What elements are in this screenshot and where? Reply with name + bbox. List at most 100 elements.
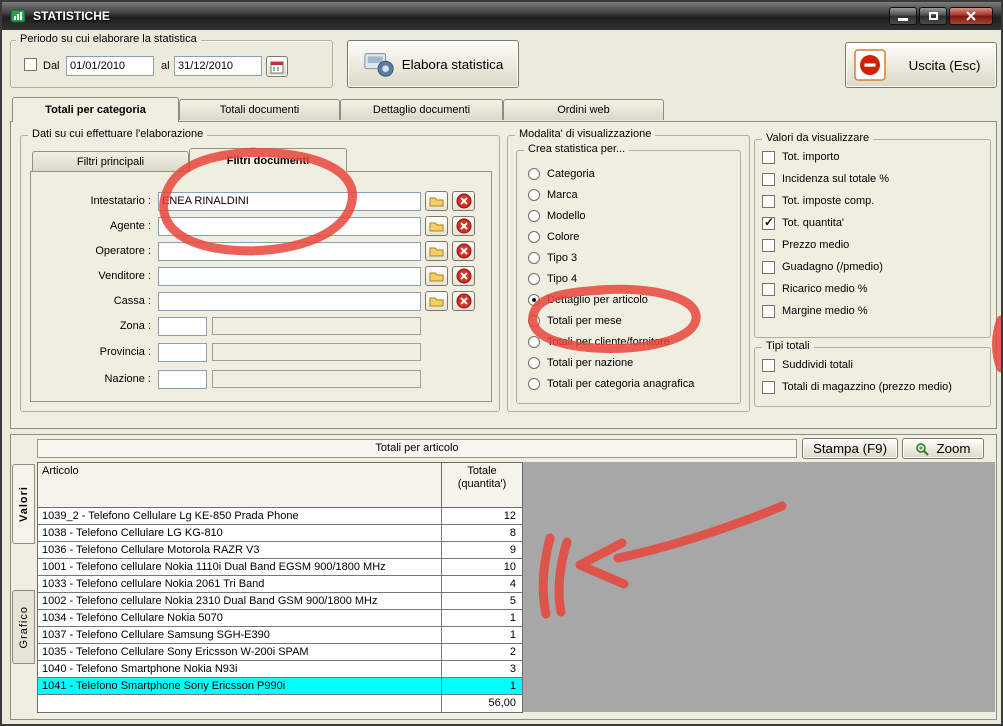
radio-tipo-3[interactable]: Tipo 3	[528, 251, 577, 265]
minimize-button[interactable]	[889, 7, 917, 25]
radio-dettaglio-per-articolo[interactable]: Dettaglio per articolo	[528, 293, 648, 307]
cell-totale[interactable]: 12	[442, 508, 522, 524]
table-row[interactable]: 1039_2 - Telefono Cellulare Lg KE-850 Pr…	[38, 508, 522, 525]
table-row[interactable]: 1037 - Telefono Cellulare Samsung SGH-E3…	[38, 627, 522, 644]
cell-articolo[interactable]: 1002 - Telefono cellulare Nokia 2310 Dua…	[38, 593, 442, 609]
cell-totale[interactable]: 5	[442, 593, 522, 609]
cell-articolo[interactable]: 1038 - Telefono Cellulare LG KG-810	[38, 525, 442, 541]
cassa-clear-button[interactable]	[452, 291, 475, 311]
side-tab-grafico[interactable]: Grafico	[12, 590, 35, 664]
zoom-button[interactable]: Zoom	[902, 438, 984, 459]
date-from-input[interactable]	[66, 56, 154, 76]
intestatario-folder-button[interactable]	[425, 191, 448, 211]
agente-input[interactable]	[158, 216, 421, 236]
cell-totale[interactable]: 8	[442, 525, 522, 541]
uscita-icon	[854, 49, 886, 81]
intestatario-clear-button[interactable]	[452, 191, 475, 211]
subtab-label: Filtri documenti	[226, 154, 310, 167]
title-bar[interactable]: STATISTICHE	[2, 2, 1001, 30]
nazione-code-input[interactable]	[158, 369, 207, 389]
tab-totali-documenti[interactable]: Totali documenti	[179, 99, 340, 120]
tab-ordini-web[interactable]: Ordini web	[503, 99, 664, 120]
check-tot-quantita[interactable]: Tot. quantita'	[762, 215, 844, 230]
venditore-clear-button[interactable]	[452, 266, 475, 286]
cell-articolo[interactable]: 1033 - Telefono cellulare Nokia 2061 Tri…	[38, 576, 442, 592]
app-icon	[10, 8, 26, 24]
cell-articolo[interactable]: 1001 - Telefono cellulare Nokia 1110i Du…	[38, 559, 442, 575]
date-to-input[interactable]	[174, 56, 262, 76]
cell-articolo[interactable]: 1040 - Telefono Smartphone Nokia N93i	[38, 661, 442, 677]
provincia-code-input[interactable]	[158, 342, 207, 362]
calendar-button[interactable]	[266, 56, 288, 77]
operatore-input[interactable]	[158, 241, 421, 261]
agente-folder-button[interactable]	[425, 216, 448, 236]
venditore-folder-button[interactable]	[425, 266, 448, 286]
tab-totali-per-categoria[interactable]: Totali per categoria	[12, 97, 179, 122]
close-button[interactable]	[949, 7, 993, 25]
check-totali-di-magazzino[interactable]: Totali di magazzino (prezzo medio)	[762, 380, 952, 394]
column-header-totale[interactable]: Totale (quantita')	[442, 463, 522, 507]
cell-totale[interactable]: 3	[442, 661, 522, 677]
cassa-folder-button[interactable]	[425, 291, 448, 311]
table-row[interactable]: 1040 - Telefono Smartphone Nokia N93i 3	[38, 661, 522, 678]
table-row[interactable]: 1035 - Telefono Cellulare Sony Ericsson …	[38, 644, 522, 661]
column-header-articolo[interactable]: Articolo	[38, 463, 442, 507]
table-row[interactable]: 1038 - Telefono Cellulare LG KG-810 8	[38, 525, 522, 542]
radio-totali-per-cliente-fornitore[interactable]: Totali per cliente/fornitore	[528, 335, 670, 349]
venditore-input[interactable]	[158, 266, 421, 286]
check-margine-medio[interactable]: Margine medio %	[762, 304, 868, 318]
table-row[interactable]: 1002 - Telefono cellulare Nokia 2310 Dua…	[38, 593, 522, 610]
cell-articolo[interactable]: 1041 - Telefono Smartphone Sony Ericsson…	[38, 678, 442, 694]
radio-tipo-4[interactable]: Tipo 4	[528, 272, 577, 286]
radio-totali-per-nazione[interactable]: Totali per nazione	[528, 356, 633, 370]
checkbox-icon	[762, 358, 775, 372]
cell-articolo[interactable]: 1034 - Telefono Cellulare Nokia 5070	[38, 610, 442, 626]
radio-categoria[interactable]: Categoria	[528, 167, 595, 181]
cell-totale[interactable]: 4	[442, 576, 522, 592]
check-tot-importo[interactable]: Tot. importo	[762, 150, 839, 164]
cell-articolo[interactable]: 1036 - Telefono Cellulare Motorola RAZR …	[38, 542, 442, 558]
dal-checkbox[interactable]	[24, 58, 37, 71]
table-row[interactable]: 1001 - Telefono cellulare Nokia 1110i Du…	[38, 559, 522, 576]
cell-totale[interactable]: 9	[442, 542, 522, 558]
cell-articolo[interactable]: 1037 - Telefono Cellulare Samsung SGH-E3…	[38, 627, 442, 643]
cell-articolo[interactable]: 1039_2 - Telefono Cellulare Lg KE-850 Pr…	[38, 508, 442, 524]
check-guadagno[interactable]: Guadagno (/pmedio)	[762, 260, 883, 274]
check-tot-imposte-comp[interactable]: Tot. imposte comp.	[762, 194, 874, 208]
table-row[interactable]: 1034 - Telefono Cellulare Nokia 5070 1	[38, 610, 522, 627]
subtab-filtri-documenti[interactable]: Filtri documenti	[189, 148, 347, 172]
cell-totale[interactable]: 10	[442, 559, 522, 575]
cell-totale[interactable]: 1	[442, 610, 522, 626]
subtab-filtri-principali[interactable]: Filtri principali	[32, 151, 189, 171]
elabora-statistica-button[interactable]: Elabora statistica	[347, 40, 519, 88]
cell-articolo[interactable]: 1035 - Telefono Cellulare Sony Ericsson …	[38, 644, 442, 660]
operatore-folder-button[interactable]	[425, 241, 448, 261]
radio-colore[interactable]: Colore	[528, 230, 579, 244]
check-incidenza-sul-totale[interactable]: Incidenza sul totale %	[762, 172, 889, 186]
stampa-button[interactable]: Stampa (F9)	[802, 438, 898, 459]
clear-x-icon	[456, 218, 471, 234]
table-row[interactable]: 1036 - Telefono Cellulare Motorola RAZR …	[38, 542, 522, 559]
intestatario-input[interactable]	[158, 191, 421, 211]
check-ricarico-medio[interactable]: Ricarico medio %	[762, 282, 868, 296]
tab-dettaglio-documenti[interactable]: Dettaglio documenti	[340, 99, 503, 120]
cell-totale[interactable]: 1	[442, 678, 522, 694]
check-prezzo-medio[interactable]: Prezzo medio	[762, 238, 849, 252]
radio-totali-per-categoria-anagrafica[interactable]: Totali per categoria anagrafica	[528, 377, 694, 391]
side-tab-valori[interactable]: Valori	[12, 464, 35, 544]
cell-totale[interactable]: 1	[442, 627, 522, 643]
agente-clear-button[interactable]	[452, 216, 475, 236]
cell-totale[interactable]: 2	[442, 644, 522, 660]
field-row-operatore: Operatore :	[42, 241, 475, 261]
radio-modello[interactable]: Modello	[528, 209, 586, 223]
radio-totali-per-mese[interactable]: Totali per mese	[528, 314, 622, 328]
maximize-button[interactable]	[919, 7, 947, 25]
table-row[interactable]: 1033 - Telefono cellulare Nokia 2061 Tri…	[38, 576, 522, 593]
check-suddividi-totali[interactable]: Suddividi totali	[762, 358, 853, 372]
cassa-input[interactable]	[158, 291, 421, 311]
zona-code-input[interactable]	[158, 316, 207, 336]
table-row-selected[interactable]: 1041 - Telefono Smartphone Sony Ericsson…	[38, 678, 522, 695]
uscita-button[interactable]: Uscita (Esc)	[845, 42, 997, 88]
operatore-clear-button[interactable]	[452, 241, 475, 261]
radio-marca[interactable]: Marca	[528, 188, 578, 202]
